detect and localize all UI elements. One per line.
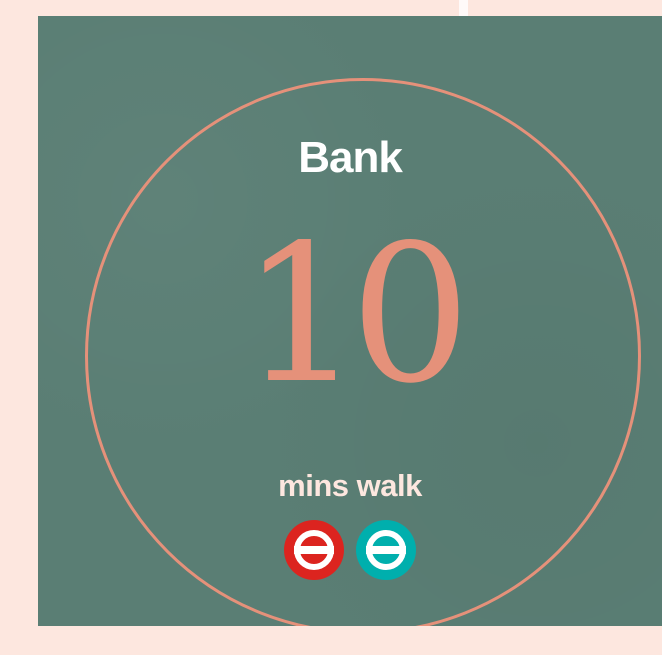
walk-minutes: 10 — [241, 204, 471, 425]
page: Bank 10 mins walk — [0, 0, 662, 655]
station-walk-card: Bank 10 mins walk — [38, 16, 662, 626]
dlr-roundel-icon — [356, 520, 416, 580]
underground-roundel-icon — [284, 520, 344, 580]
line-icons — [38, 518, 662, 582]
station-name: Bank — [298, 133, 403, 182]
divider — [459, 0, 468, 16]
walk-unit-label: mins walk — [278, 468, 422, 503]
